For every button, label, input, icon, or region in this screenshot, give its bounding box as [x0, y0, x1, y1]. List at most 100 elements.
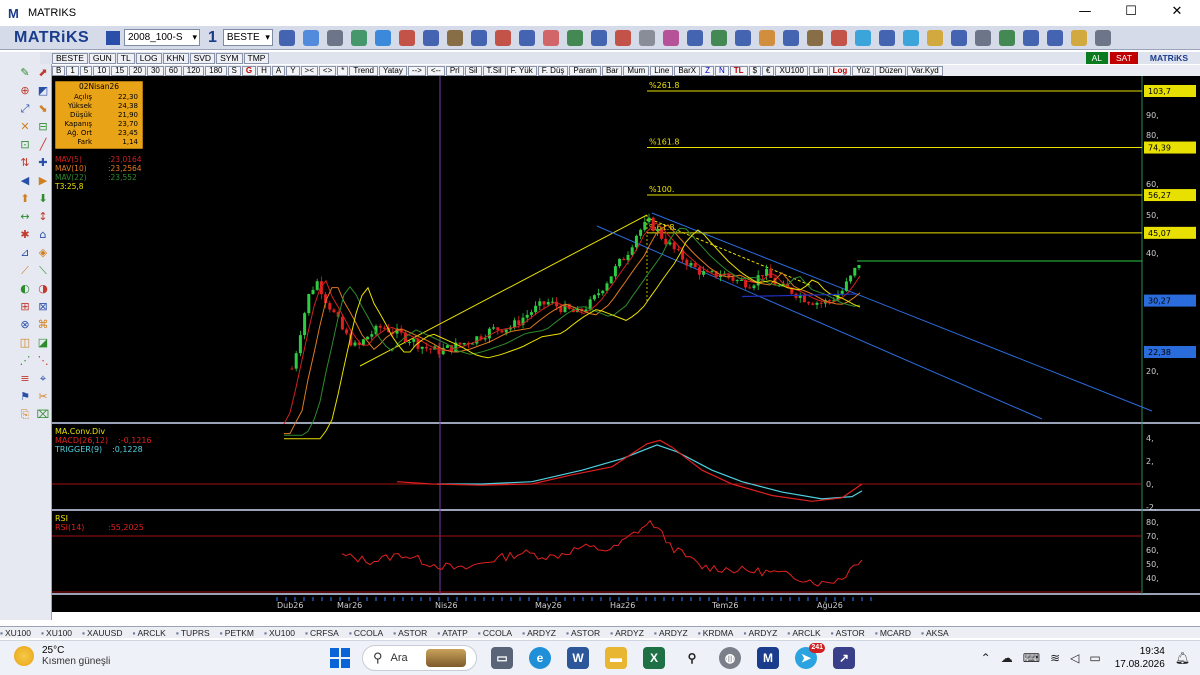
chart-area[interactable]: %261.8 103,7 %161.8 74,39 %100. 56,27 %61.8 45,…: [52, 76, 1200, 612]
matriks-taskbar-icon[interactable]: M: [757, 647, 779, 669]
buy-button[interactable]: AL: [1085, 52, 1108, 64]
drawing-tool-12-icon[interactable]: ◀: [18, 174, 32, 188]
period-button-13[interactable]: A: [271, 65, 286, 76]
clipboard-icon[interactable]: [446, 29, 463, 46]
bell-icon[interactable]: [1022, 29, 1039, 46]
taskbar-search[interactable]: ⚲ Ara: [362, 645, 477, 671]
chart-tool-12[interactable]: Line: [650, 65, 674, 76]
symbol-tab-13[interactable]: ASTOR: [566, 628, 600, 638]
maps-icon[interactable]: ⚲: [681, 647, 703, 669]
chart-tool-19[interactable]: XU100: [775, 65, 808, 76]
symbol-tab-17[interactable]: ARDYZ: [743, 628, 777, 638]
save-icon[interactable]: [106, 30, 120, 45]
period-button-11[interactable]: G: [241, 65, 257, 76]
grid2-icon[interactable]: [950, 29, 967, 46]
period-button-14[interactable]: Y: [286, 65, 300, 76]
drawing-tool-10-icon[interactable]: ⇅: [18, 156, 32, 170]
key-icon[interactable]: [926, 29, 943, 46]
folder-icon[interactable]: [806, 29, 823, 46]
chart-tool-21[interactable]: Log: [828, 65, 852, 76]
period-button-1[interactable]: 1: [66, 65, 79, 76]
thumb-icon[interactable]: [758, 29, 775, 46]
period-button-8[interactable]: 120: [182, 65, 205, 76]
symbol-tab-19[interactable]: ASTOR: [831, 628, 865, 638]
drawing-tool-3-icon[interactable]: ◩: [36, 84, 50, 98]
star-icon[interactable]: [1070, 29, 1087, 46]
chart-tool-14[interactable]: Z: [701, 65, 715, 76]
drawing-tool-6-icon[interactable]: ✕: [18, 120, 32, 134]
bold-b-icon[interactable]: [470, 29, 487, 46]
drawing-tool-15-icon[interactable]: ⬇: [36, 192, 50, 206]
drawing-tool-14-icon[interactable]: ⬆: [18, 192, 32, 206]
chart-tool-20[interactable]: Lin: [808, 65, 828, 76]
drawing-tool-19-icon[interactable]: ⌂: [36, 228, 50, 242]
trading-app-icon[interactable]: ↗: [833, 647, 855, 669]
notification-bell-icon[interactable]: 🔔︎: [1175, 651, 1190, 665]
task-view-icon[interactable]: ▭: [491, 647, 513, 669]
symbol-tab-5[interactable]: PETKM: [220, 628, 254, 638]
chart-tool-2[interactable]: -->: [407, 65, 426, 76]
drawing-tool-27-icon[interactable]: ⊠: [36, 300, 50, 314]
close-button[interactable]: ✕: [1154, 0, 1200, 26]
chart-tool-10[interactable]: Bar: [601, 65, 623, 76]
drawing-tool-20-icon[interactable]: ⊿: [18, 246, 32, 260]
chart-sym-cell[interactable]: SYM: [216, 52, 243, 64]
grid-icon[interactable]: [566, 29, 583, 46]
chart-icon[interactable]: [638, 29, 655, 46]
drawing-tool-38-icon[interactable]: ⎘: [18, 408, 32, 422]
period-button-10[interactable]: S: [227, 65, 241, 76]
symbol-tab-12[interactable]: ARDYZ: [522, 628, 556, 638]
chart-tool-3[interactable]: <--: [426, 65, 445, 76]
period-button-4[interactable]: 15: [111, 65, 129, 76]
drawing-tool-4-icon[interactable]: ⤢: [18, 102, 32, 116]
chart-period-cell[interactable]: GUN: [88, 52, 116, 64]
gauge-icon[interactable]: [374, 29, 391, 46]
twitter-icon[interactable]: [854, 29, 871, 46]
chart-tool-9[interactable]: Param: [569, 65, 601, 76]
cloud-icon[interactable]: ☁: [1001, 651, 1013, 665]
chart-tool-0[interactable]: Trend: [349, 65, 378, 76]
clock[interactable]: 19:34 17.08.2026: [1115, 645, 1165, 671]
drawing-tool-22-icon[interactable]: ⟋: [18, 264, 32, 278]
drawing-tool-23-icon[interactable]: ⟍: [36, 264, 50, 278]
drawing-tool-29-icon[interactable]: ⌘: [36, 318, 50, 332]
period-button-12[interactable]: H: [257, 65, 271, 76]
sell-button[interactable]: SAT: [1110, 52, 1138, 64]
app-globe-icon[interactable]: ◍: [719, 647, 741, 669]
symbol-tab-7[interactable]: CRFSA: [305, 628, 339, 638]
handshake-icon[interactable]: [422, 29, 439, 46]
chart-tool-13[interactable]: BarX: [674, 65, 701, 76]
print-icon[interactable]: [326, 29, 343, 46]
drawing-tool-9-icon[interactable]: ╱: [36, 138, 50, 152]
drawing-tool-8-icon[interactable]: ⊡: [18, 138, 32, 152]
chart-tool-4[interactable]: Prl: [445, 65, 464, 76]
maximize-button[interactable]: ☐: [1108, 0, 1154, 26]
drawing-tool-2-icon[interactable]: ⊕: [18, 84, 32, 98]
chart-khn-cell[interactable]: KHN: [162, 52, 189, 64]
period-button-17[interactable]: *: [337, 65, 349, 76]
chart-tool-24[interactable]: Var.Kyd: [907, 65, 943, 76]
drawing-tool-31-icon[interactable]: ◪: [36, 336, 50, 350]
symbol-tab-21[interactable]: AKSA: [921, 628, 949, 638]
currency-u-icon[interactable]: [518, 29, 535, 46]
period-button-7[interactable]: 60: [164, 65, 182, 76]
calc-icon[interactable]: [974, 29, 991, 46]
calendar-icon[interactable]: [302, 29, 319, 46]
drawing-tool-25-icon[interactable]: ◑: [36, 282, 50, 296]
drawing-tool-36-icon[interactable]: ⚑: [18, 390, 32, 404]
chain-icon[interactable]: [542, 29, 559, 46]
chart-tool-23[interactable]: Düzen: [875, 65, 907, 76]
drawing-tool-21-icon[interactable]: ◈: [36, 246, 50, 260]
period-button-16[interactable]: <>: [318, 65, 337, 76]
volume-icon[interactable]: ◁: [1070, 651, 1079, 665]
symbol-tab-1[interactable]: XU100: [41, 628, 72, 638]
drawing-tool-35-icon[interactable]: ⌖: [36, 372, 50, 386]
minimize-button[interactable]: —: [1062, 0, 1108, 26]
news-icon[interactable]: [590, 29, 607, 46]
wifi-icon[interactable]: ≋: [1050, 651, 1060, 665]
drawing-tool-39-icon[interactable]: ⌧: [36, 408, 50, 422]
period-button-15[interactable]: ><: [300, 65, 318, 76]
symbol-tab-6[interactable]: XU100: [264, 628, 295, 638]
drawing-tool-26-icon[interactable]: ⊞: [18, 300, 32, 314]
symbol-tab-16[interactable]: KRDMA: [698, 628, 734, 638]
